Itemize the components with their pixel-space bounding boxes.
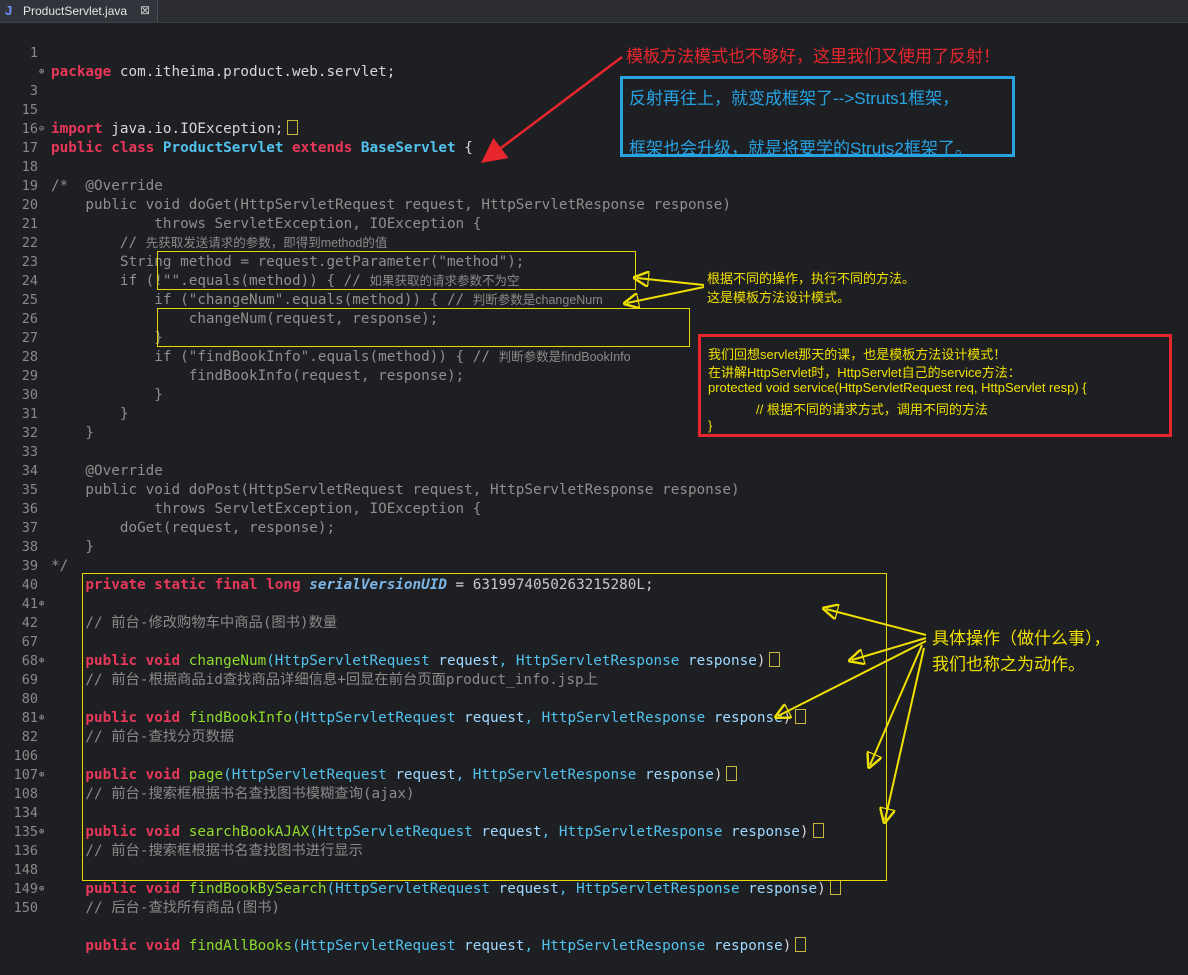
annotation-red-box: 我们回想servlet那天的课，也是模板方法设计模式！ 在讲解HttpServl…: [698, 334, 1172, 437]
code-line: 21 // 先获取发送请求的参数，即得到method的值: [0, 196, 1188, 251]
annotation-text: 框架也会升级，就是将要学的Struts2框架了。: [629, 139, 972, 158]
close-icon[interactable]: ⊠: [140, 3, 150, 17]
param-name: request: [455, 938, 525, 954]
code-line: 1 package com.itheima.product.web.servle…: [0, 25, 1188, 80]
code-line: 19 public void doGet(HttpServletRequest …: [0, 158, 1188, 213]
method-name: findAllBooks: [188, 938, 293, 954]
keyword: public void: [51, 938, 189, 954]
tab-label: ProductServlet.java: [23, 4, 128, 18]
fold-icon[interactable]: ⊕: [39, 880, 44, 899]
code-line: 35 throws ServletException, IOException …: [0, 462, 1188, 517]
fold-icon[interactable]: ⊕: [39, 63, 44, 82]
annotation-text: protected void service(HttpServletReques…: [708, 380, 1087, 395]
editor-tab-bar: J ProductServlet.java ⊠: [0, 0, 1188, 23]
annotation-text: 反射再往上，就变成框架了-->Struts1框架，: [629, 89, 960, 108]
annotation-blue-box: 反射再往上，就变成框架了-->Struts1框架， 框架也会升级，就是将要学的S…: [620, 76, 1015, 158]
tab-productservlet[interactable]: J ProductServlet.java ⊠: [0, 0, 158, 22]
line-number: 150: [13, 900, 38, 916]
highlight-box-actions: [82, 573, 887, 881]
code-line: 34 public void doPost(HttpServletRequest…: [0, 443, 1188, 498]
annotation-text: // 根据不同的请求方式，调用不同的方法: [756, 402, 988, 417]
code-text: ): [782, 938, 792, 954]
highlight-box-changenum: [157, 251, 636, 290]
highlight-box-findbookinfo: [157, 308, 690, 347]
code-line: 38 */: [0, 519, 1188, 574]
code-line: 39 private static final long serialVersi…: [0, 538, 1188, 593]
code-line: 37 }: [0, 500, 1188, 555]
code-line: 22 String method = request.getParameter(…: [0, 215, 1188, 270]
annotation-text: 在讲解HttpServlet时，HttpServlet自己的service方法：: [708, 365, 1021, 380]
java-file-icon: J: [5, 3, 13, 18]
annotation-actions: 具体操作（做什么事），: [932, 629, 1111, 648]
code-line: 150 ⊕ public void findAllBooks(HttpServl…: [0, 880, 1188, 954]
fold-icon[interactable]: ⊕: [39, 709, 44, 728]
comment-text: // 后台-查找所有商品(图书): [51, 900, 281, 916]
line-number: 1: [29, 45, 38, 61]
annotation-template-method: 根据不同的操作，执行不同的方法。: [707, 271, 916, 286]
annotation-text: 我们回想servlet那天的课，也是模板方法设计模式！: [708, 347, 1007, 362]
param-name: response: [705, 938, 783, 954]
param-type: , HttpServletResponse: [524, 938, 706, 954]
annotation-text: }: [708, 418, 713, 433]
fold-icon[interactable]: ⊖: [39, 120, 44, 139]
annotation-actions: 我们也称之为动作。: [932, 655, 1085, 674]
fold-icon[interactable]: ⊕: [39, 652, 44, 671]
code-line: 20 throws ServletException, IOException …: [0, 177, 1188, 232]
annotation-template-method: 这是模板方法设计模式。: [707, 290, 851, 305]
code-line: 36 doGet(request, response);: [0, 481, 1188, 536]
fold-icon[interactable]: ⊕: [39, 823, 44, 842]
folded-marker-icon[interactable]: [795, 937, 807, 952]
fold-icon[interactable]: ⊕: [39, 766, 44, 785]
param-type: (HttpServletRequest: [292, 938, 456, 954]
fold-icon[interactable]: ⊕: [39, 595, 44, 614]
annotation-reflection: 模板方法模式也不够好，这里我们又使用了反射！: [626, 47, 1000, 66]
